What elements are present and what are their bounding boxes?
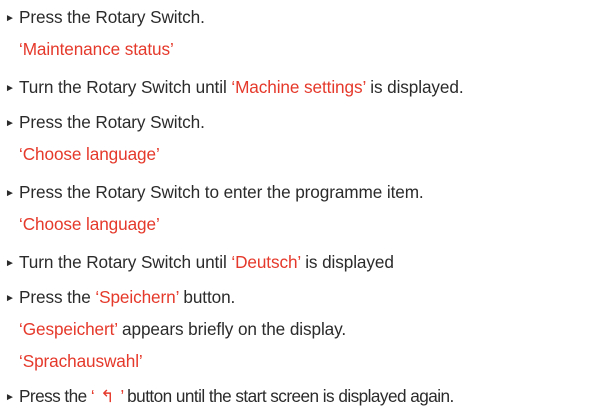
- step-text-post: button until the start screen is display…: [122, 386, 454, 406]
- bullet-arrow-icon: ►: [5, 188, 15, 199]
- instruction-step-5: ► Turn the Rotary Switch until ‘Deutsch’ …: [5, 250, 394, 274]
- instruction-step-6: ► Press the ‘Speichern’ button.: [5, 285, 235, 309]
- instruction-step-3: ► Press the Rotary Switch.: [5, 110, 205, 134]
- quote-close: ’: [116, 386, 123, 406]
- display-result-gespeichert: ‘Gespeichert’ appears briefly on the dis…: [19, 317, 346, 341]
- step-text-pre: Turn the Rotary Switch until: [19, 77, 232, 97]
- step-text-pre: Turn the Rotary Switch until: [19, 252, 232, 272]
- instruction-step-1: ► Press the Rotary Switch.: [5, 5, 205, 29]
- display-result-sprachauswahl: ‘Sprachauswahl’: [19, 351, 143, 371]
- highlight-speichern: ‘Speichern’: [95, 287, 179, 307]
- highlight-deutsch: ‘Deutsch’: [231, 252, 301, 272]
- highlight-gespeichert: ‘Gespeichert’: [19, 319, 118, 339]
- bullet-arrow-icon: ►: [5, 392, 15, 403]
- bullet-arrow-icon: ►: [5, 293, 15, 304]
- instruction-document: ► Press the Rotary Switch. ‘Maintenance s…: [0, 0, 592, 411]
- display-result-choose-language: ‘Choose language’: [19, 144, 160, 164]
- step-text: Press the Rotary Switch.: [19, 7, 205, 27]
- step-text-pre: Press the: [19, 287, 96, 307]
- display-result-choose-language: ‘Choose language’: [19, 214, 160, 234]
- bullet-arrow-icon: ►: [5, 13, 15, 24]
- bullet-arrow-icon: ►: [5, 83, 15, 94]
- step-text: Press the Rotary Switch.: [19, 112, 205, 132]
- bullet-arrow-icon: ►: [5, 118, 15, 129]
- return-icon: ↰: [100, 387, 115, 407]
- highlight-machine-settings: ‘Machine settings’: [231, 77, 366, 97]
- instruction-step-4: ► Press the Rotary Switch to enter the pr…: [5, 180, 424, 204]
- step-text-post: is displayed.: [365, 77, 464, 97]
- instruction-step-2: ► Turn the Rotary Switch until ‘Machine s…: [5, 75, 464, 99]
- result-text-post: appears briefly on the display.: [117, 319, 347, 339]
- display-result-maintenance-status: ‘Maintenance status’: [19, 39, 174, 59]
- step-text-pre: Press the: [19, 386, 91, 406]
- step-text: Press the Rotary Switch to enter the pro…: [19, 182, 424, 202]
- bullet-arrow-icon: ►: [5, 258, 15, 269]
- quote-open: ‘: [90, 386, 99, 406]
- step-text-post: is displayed: [300, 252, 394, 272]
- step-text-post: button.: [178, 287, 236, 307]
- instruction-step-7: ► Press the ‘ ↰ ’ button until the start …: [5, 384, 454, 408]
